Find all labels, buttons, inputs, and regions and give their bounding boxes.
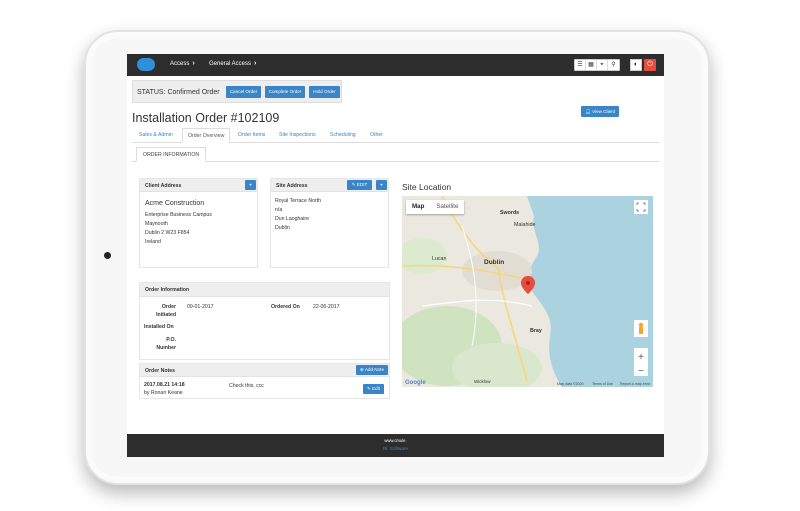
map-label-bray: Bray [530, 328, 542, 334]
client-address-line: Enterprise Business Campus [145, 212, 212, 218]
ordered-on-label: Ordered On [271, 304, 300, 310]
top-navigation-bar: Access › General Access › ☰ ▦ ⌖ ⚲ ◐ ⏻ [127, 54, 664, 76]
order-notes-panel: Order Notes ⊕ Add Note 2017.08.21 14:18 … [139, 363, 390, 399]
add-note-label: Add Note [364, 367, 385, 372]
search-icon[interactable]: ⚲ [608, 60, 619, 70]
order-information-header: Order Information [140, 283, 389, 297]
client-address-line: Dublin 2 W23 F854 [145, 230, 190, 236]
pin-icon[interactable]: ⌖ [597, 60, 608, 70]
site-address-line: Dun Laoghaire [275, 216, 310, 222]
tab-order-items[interactable]: Order Items [238, 132, 265, 138]
google-logo: Google [405, 380, 426, 386]
footer-website: www.cmule. [384, 438, 407, 443]
add-note-button[interactable]: ⊕ Add Note [356, 365, 388, 375]
satellite-button[interactable]: Satellite [430, 200, 464, 214]
po-number-label: P.O. Number [156, 337, 176, 351]
edit-note-label: Edit [372, 386, 381, 391]
site-address-header: Site Address ✎ EDIT ⌖ [271, 179, 388, 192]
edit-label: EDIT [356, 182, 368, 187]
cloud-logo-icon[interactable] [137, 58, 155, 71]
map-label-lucan: Lucan [432, 256, 447, 262]
order-notes-title: Order Notes [145, 368, 175, 374]
nav-general-access[interactable]: General Access › [209, 60, 256, 67]
client-address-header: Client Address ⌖ [140, 179, 257, 192]
client-address-line: Ireland [145, 239, 161, 245]
client-address-line: Maynooth [145, 221, 168, 227]
installed-on-label: Installed On [144, 324, 174, 330]
order-initiated-value: 09-01-2017 [187, 304, 214, 310]
toolbar-icons: ☰ ▦ ⌖ ⚲ [574, 59, 620, 71]
site-location-title: Site Location [402, 182, 452, 192]
terms-of-use-link[interactable]: Terms of Use [592, 382, 613, 386]
order-information-title: Order Information [145, 287, 190, 293]
footer-company-link[interactable]: Rl. Software [127, 446, 664, 451]
app-screen: Access › General Access › ☰ ▦ ⌖ ⚲ ◐ ⏻ STAT… [127, 54, 664, 457]
order-information-panel: Order Information Order Initiated 09-01-… [139, 282, 390, 360]
site-address-line: Royal Terrace North [275, 198, 322, 204]
map-label-swords: Swords [500, 210, 520, 216]
site-address-title: Site Address [276, 183, 308, 189]
tab-order-information[interactable]: ORDER INFORMATION [136, 147, 207, 162]
contrast-icon[interactable]: ◐ [630, 59, 642, 71]
edit-site-address-button[interactable]: ✎ EDIT [347, 180, 372, 190]
order-tabs: Sales & Admin Order Overview Order Items… [132, 128, 659, 143]
complete-order-button[interactable]: Complete Order [265, 86, 305, 98]
site-location-map[interactable]: + − Map Satellite Swords Dublin Bray Luc… [402, 196, 653, 387]
tab-site-inspections[interactable]: Site Inspections [279, 132, 316, 138]
client-address-panel: Client Address ⌖ Acme Construction Enter… [139, 178, 258, 268]
nav-access-label: Access [170, 61, 190, 67]
tab-order-overview[interactable]: Order Overview [182, 128, 231, 143]
order-notes-header: Order Notes ⊕ Add Note [140, 364, 389, 377]
view-client-label: View Client [592, 109, 615, 114]
hold-order-button[interactable]: Hold Order [309, 86, 340, 98]
status-bar: STATUS: Confirmed Order Cancel Order Com… [132, 80, 342, 103]
client-address-title: Client Address [145, 183, 182, 189]
power-icon[interactable]: ⏻ [644, 59, 656, 71]
cancel-order-button[interactable]: Cancel Order [226, 86, 261, 98]
site-location-button[interactable]: ⌖ [376, 180, 387, 190]
site-address-line: Dublin [275, 225, 290, 231]
note-date: 2017.08.21 14:18 [144, 382, 185, 388]
order-initiated-label: Order Initiated [156, 304, 176, 318]
map-label-wicklow: Wicklow [474, 379, 491, 384]
tablet-home-button [104, 252, 111, 259]
client-location-button[interactable]: ⌖ [245, 180, 256, 190]
map-label-dublin: Dublin [484, 259, 505, 266]
nav-access[interactable]: Access › [170, 60, 195, 67]
client-company: Acme Construction [145, 200, 205, 207]
tab-scheduling[interactable]: Scheduling [330, 132, 356, 138]
nav-general-access-label: General Access [209, 61, 252, 67]
list-icon[interactable]: ☰ [575, 60, 586, 70]
svg-text:−: − [638, 366, 644, 377]
sub-tabs: ORDER INFORMATION [132, 147, 659, 162]
site-address-panel: Site Address ✎ EDIT ⌖ Royal Terrace Nort… [270, 178, 389, 268]
report-map-error-link[interactable]: Report a map error [620, 382, 650, 386]
chevron-right-icon: › [192, 60, 195, 67]
map-pin-icon: ⌖ [380, 182, 383, 187]
map-pin-icon: ⌖ [249, 182, 252, 187]
edit-note-button[interactable]: ✎ Edit [363, 384, 384, 394]
status-label: STATUS: Confirmed Order [137, 89, 220, 96]
page-footer: www.cmule. Rl. Software [127, 434, 664, 457]
chevron-right-icon: › [254, 60, 257, 67]
map-data-credit: Map data ©2020 [557, 382, 584, 386]
ordered-on-value: 22-06-2017 [313, 304, 340, 310]
site-address-line: n/a [275, 207, 283, 213]
grid-icon[interactable]: ▦ [586, 60, 597, 70]
svg-text:+: + [638, 352, 644, 363]
note-author: by Ronan Keane [144, 390, 183, 396]
note-text: Check this, ccc [229, 383, 264, 389]
tab-sales-admin[interactable]: Sales & Admin [139, 132, 173, 138]
page-title: Installation Order #102109 [132, 111, 280, 125]
tab-other[interactable]: Other [370, 132, 383, 138]
map-type-toggle: Map Satellite [406, 200, 465, 214]
map-label-malahide: Malahide [514, 222, 536, 228]
view-client-button[interactable]: 👤︎ View Client [581, 106, 619, 117]
map-button[interactable]: Map [406, 200, 430, 214]
